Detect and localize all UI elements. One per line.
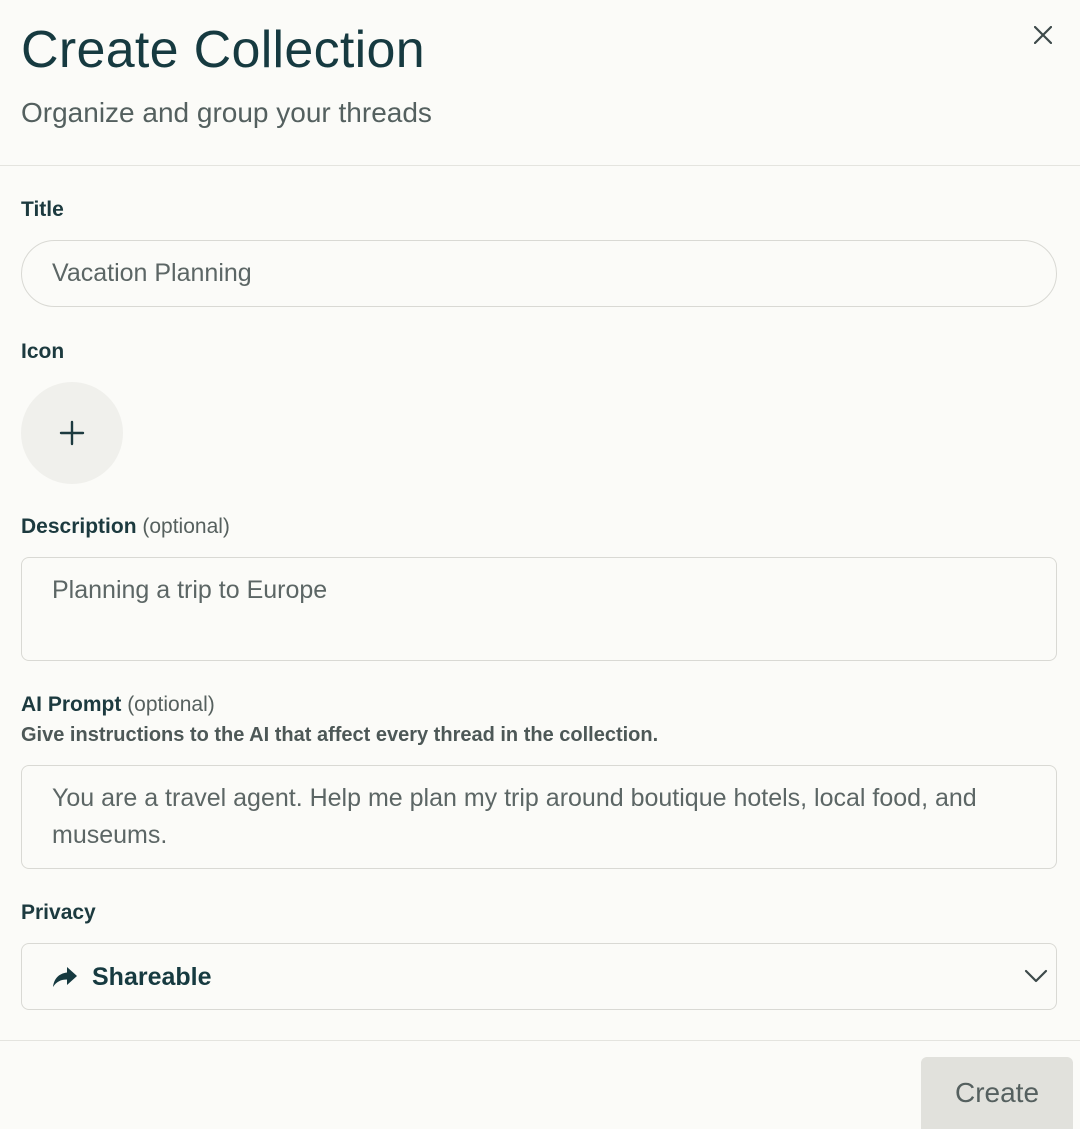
create-collection-dialog: Create Collection Organize and group you…	[0, 0, 1080, 1129]
plus-icon	[59, 420, 85, 446]
title-input[interactable]	[21, 240, 1057, 307]
icon-picker-button[interactable]	[21, 382, 123, 484]
description-textarea[interactable]: Planning a trip to Europe	[21, 557, 1057, 661]
privacy-select[interactable]: Shareable	[21, 943, 1057, 1010]
dialog-footer	[0, 1040, 1080, 1129]
ai-prompt-label: AI Prompt (optional)	[21, 691, 215, 719]
ai-prompt-textarea[interactable]: You are a travel agent. Help me plan my …	[21, 765, 1057, 869]
close-button[interactable]	[1026, 18, 1060, 52]
icon-label: Icon	[21, 340, 65, 363]
description-label: Description (optional)	[21, 513, 230, 541]
chevron-down-icon	[1024, 969, 1048, 983]
privacy-label: Privacy	[21, 901, 96, 924]
ai-prompt-label-text: AI Prompt	[21, 693, 122, 716]
close-icon	[1034, 26, 1052, 44]
description-optional-tag: (optional)	[142, 515, 230, 538]
privacy-selected-value: Shareable	[92, 963, 212, 991]
create-button[interactable]: Create	[921, 1057, 1073, 1129]
share-arrow-icon	[53, 967, 77, 987]
dialog-title: Create Collection	[21, 21, 425, 79]
ai-prompt-optional-tag: (optional)	[127, 693, 215, 716]
ai-prompt-hint: Give instructions to the AI that affect …	[21, 724, 659, 746]
dialog-header: Create Collection Organize and group you…	[0, 0, 1080, 166]
title-label: Title	[21, 198, 64, 221]
dialog-subtitle: Organize and group your threads	[21, 97, 432, 128]
description-label-text: Description	[21, 515, 137, 538]
